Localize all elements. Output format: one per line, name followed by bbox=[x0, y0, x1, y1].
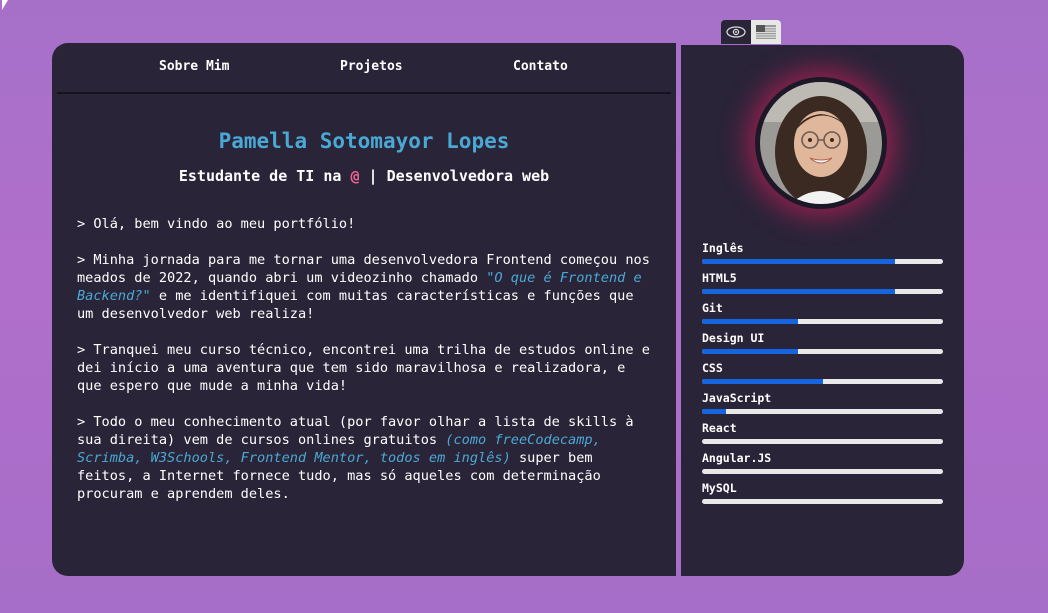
skill-label: JavaScript bbox=[702, 391, 772, 405]
nav-contact[interactable]: Contato bbox=[513, 59, 568, 74]
skill-label: Inglês bbox=[702, 241, 744, 255]
skill-item: Angular.JS bbox=[702, 451, 944, 481]
skill-label: HTML5 bbox=[702, 271, 737, 285]
skills-list: Inglês HTML5 Git Design UI CSS JavaScrip… bbox=[702, 241, 944, 511]
subtitle-start: Estudante de TI na bbox=[178, 167, 351, 185]
bio-paragraph-4: > Todo o meu conhecimento atual (por fav… bbox=[77, 413, 652, 503]
skill-item: Git bbox=[702, 301, 944, 331]
skill-label: Git bbox=[702, 301, 723, 315]
skill-bar bbox=[702, 319, 943, 324]
skill-bar-fill bbox=[702, 379, 823, 384]
skill-item: Inglês bbox=[702, 241, 944, 271]
main-card: Sobre Mim Projetos Contato Pamella Sotom… bbox=[52, 43, 676, 576]
bio-text: > Olá, bem vindo ao meu portfólio! > Min… bbox=[77, 215, 652, 521]
skill-bar-fill bbox=[702, 349, 799, 354]
page-title: Pamella Sotomayor Lopes bbox=[218, 129, 510, 153]
skill-bar bbox=[702, 499, 943, 504]
bio-paragraph-3: > Tranquei meu curso técnico, encontrei … bbox=[77, 342, 650, 394]
bio-paragraph-2: > Minha jornada para me tornar uma desen… bbox=[77, 251, 652, 323]
us-flag-icon bbox=[756, 25, 776, 39]
skill-bar-fill bbox=[702, 259, 895, 264]
nav-divider bbox=[57, 92, 671, 94]
bio-p2-text-end: e me identifiquei com muitas característ… bbox=[77, 288, 634, 322]
avatar bbox=[760, 82, 882, 204]
skill-label: React bbox=[702, 421, 737, 435]
skill-bar-fill bbox=[702, 289, 895, 294]
skill-bar bbox=[702, 379, 943, 384]
skill-bar bbox=[702, 289, 943, 294]
subtitle: Estudante de TI na @ | Desenvolvedora we… bbox=[52, 167, 676, 185]
skill-item: CSS bbox=[702, 361, 944, 391]
skill-bar-fill bbox=[702, 409, 727, 414]
skill-item: HTML5 bbox=[702, 271, 944, 301]
nav-about[interactable]: Sobre Mim bbox=[159, 59, 229, 74]
top-nav: Sobre Mim Projetos Contato bbox=[52, 43, 676, 91]
skill-label: CSS bbox=[702, 361, 723, 375]
skill-item: MySQL bbox=[702, 481, 944, 511]
avatar-frame bbox=[755, 77, 887, 209]
mouse-cursor bbox=[2, 0, 8, 10]
language-option-english[interactable] bbox=[751, 20, 781, 44]
bio-paragraph-1: > Olá, bem vindo ao meu portfólio! bbox=[77, 216, 356, 232]
skill-bar bbox=[702, 259, 943, 264]
skill-bar bbox=[702, 439, 943, 444]
eye-icon bbox=[726, 26, 746, 38]
language-toggle[interactable] bbox=[721, 20, 781, 44]
skill-item: Design UI bbox=[702, 331, 944, 361]
skill-bar bbox=[702, 409, 943, 414]
nav-projects[interactable]: Projetos bbox=[340, 59, 403, 74]
skill-bar bbox=[702, 469, 943, 474]
language-option-current[interactable] bbox=[721, 20, 751, 44]
skill-item: React bbox=[702, 421, 944, 451]
skill-bar bbox=[702, 349, 943, 354]
skill-label: MySQL bbox=[702, 481, 737, 495]
skill-item: JavaScript bbox=[702, 391, 944, 421]
skill-label: Angular.JS bbox=[702, 451, 772, 465]
skills-card: Inglês HTML5 Git Design UI CSS JavaScrip… bbox=[681, 45, 964, 576]
skill-label: Design UI bbox=[702, 331, 765, 345]
skill-bar-fill bbox=[702, 319, 799, 324]
subtitle-end: | Desenvolvedora web bbox=[359, 167, 550, 185]
